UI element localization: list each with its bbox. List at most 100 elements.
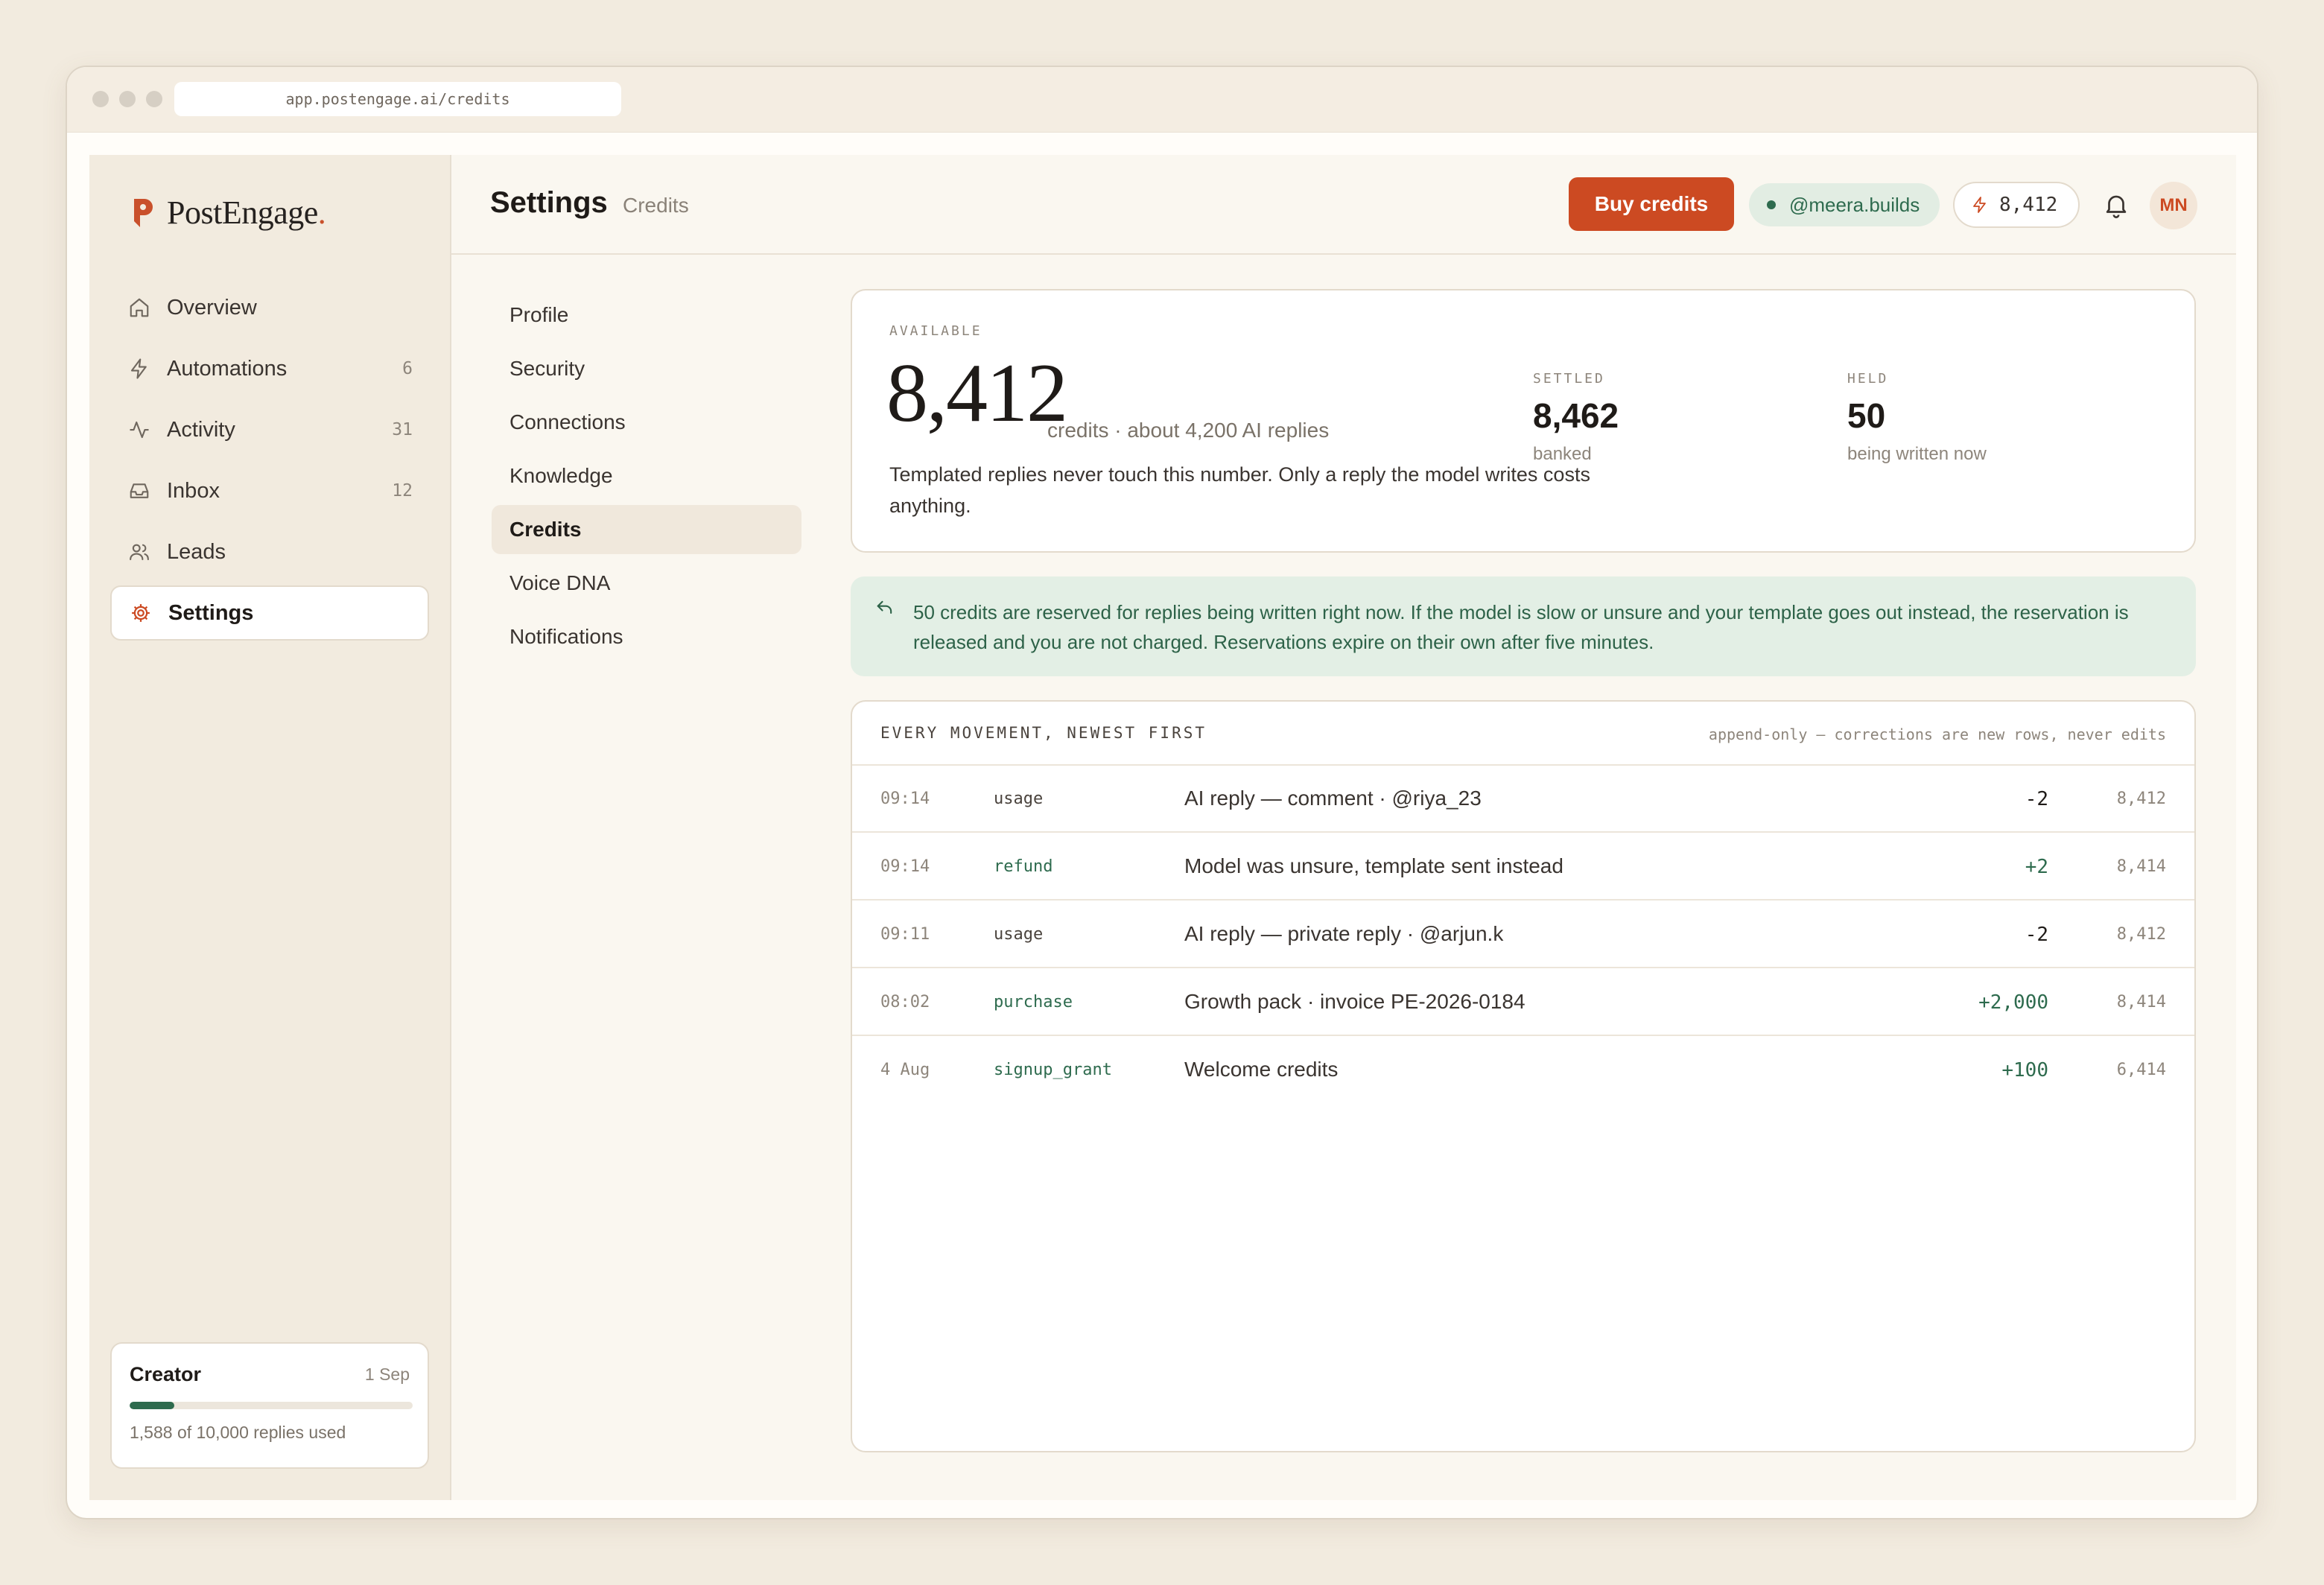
subnav-item-credits[interactable]: Credits xyxy=(492,505,801,554)
account-handle: @meera.builds xyxy=(1789,193,1920,216)
ledger-title: EVERY MOVEMENT, NEWEST FIRST xyxy=(880,724,1207,742)
account-handle-pill[interactable]: @meera.builds xyxy=(1749,183,1940,226)
settled-value: 8,462 xyxy=(1533,396,1619,435)
subnav-item-connections[interactable]: Connections xyxy=(492,398,801,447)
sidebar-item-inbox[interactable]: Inbox 12 xyxy=(110,463,429,518)
ledger-balance: 8,412 xyxy=(2116,790,2166,808)
held-description: being written now xyxy=(1847,443,1987,464)
brand-name: PostEngage. xyxy=(167,194,326,231)
table-row[interactable]: 09:14 usage AI reply — comment · @riya_23 -… xyxy=(852,766,2194,833)
ledger-balance: 8,414 xyxy=(2116,993,2166,1011)
gear-icon xyxy=(128,600,153,626)
window-maximize-dot[interactable] xyxy=(146,91,162,107)
bolt-icon xyxy=(1971,196,1989,214)
ledger-description: Growth pack · invoice PE-2026-0184 xyxy=(1184,990,1525,1013)
ledger-type: usage xyxy=(994,925,1044,944)
browser-chrome: app.postengage.ai/credits xyxy=(67,67,2257,133)
sidebar-item-label: Inbox xyxy=(167,478,220,503)
browser-window: app.postengage.ai/credits PostEngage. Ov… xyxy=(66,66,2258,1519)
held-stat: HELD 50 being written now xyxy=(1847,371,1987,465)
breadcrumb: Credits xyxy=(623,194,689,217)
ledger-type: purchase xyxy=(994,993,1073,1011)
sidebar-item-leads[interactable]: Leads xyxy=(110,524,429,579)
balance-card: AVAILABLE 8,412 credits · about 4,200 AI… xyxy=(851,289,2196,553)
subnav-item-profile[interactable]: Profile xyxy=(492,290,801,340)
plan-usage-text: 1,588 of 10,000 replies used xyxy=(130,1423,346,1442)
ledger-time: 09:14 xyxy=(880,857,930,876)
users-icon xyxy=(127,539,152,565)
plan-usage-card[interactable]: Creator 1 Sep 1,588 of 10,000 replies us… xyxy=(110,1342,429,1469)
main-panel: Settings Credits Buy credits @meera.buil… xyxy=(451,155,2236,1500)
brand-logo[interactable]: PostEngage. xyxy=(131,194,326,232)
sidebar-item-label: Settings xyxy=(168,600,254,625)
app-shell: PostEngage. Overview Automations 6 Activ… xyxy=(89,155,2236,1500)
avatar[interactable]: MN xyxy=(2150,182,2197,229)
available-credits-subtext: credits · about 4,200 AI replies xyxy=(1047,419,1330,442)
ledger-balance: 6,414 xyxy=(2116,1061,2166,1079)
plan-name: Creator xyxy=(130,1363,202,1385)
sidebar-item-activity[interactable]: Activity 31 xyxy=(110,402,429,457)
sidebar-item-label: Automations xyxy=(167,356,288,381)
plan-renewal-date: 1 Sep xyxy=(364,1365,410,1384)
ledger-description: AI reply — private reply · @arjun.k xyxy=(1184,922,1504,945)
ledger-delta: +2,000 xyxy=(1978,991,2048,1014)
table-row[interactable]: 09:14 refund Model was unsure, template se… xyxy=(852,833,2194,901)
ledger-delta: -2 xyxy=(2025,788,2048,810)
table-row[interactable]: 09:11 usage AI reply — private reply · @ar… xyxy=(852,901,2194,968)
balance-note: Templated replies never touch this numbe… xyxy=(889,463,1590,517)
subnav-item-knowledge[interactable]: Knowledge xyxy=(492,451,801,501)
table-row[interactable]: 08:02 purchase Growth pack · invoice PE-20… xyxy=(852,969,2194,1036)
bolt-icon xyxy=(127,356,152,381)
reservation-info-text: 50 credits are reserved for replies bein… xyxy=(913,601,2129,653)
settled-description: banked xyxy=(1533,443,1592,464)
subnav-item-security[interactable]: Security xyxy=(492,344,801,393)
ledger-description: Model was unsure, template sent instead xyxy=(1184,854,1563,877)
logo-icon xyxy=(134,198,153,227)
held-label: HELD xyxy=(1847,371,1889,387)
bell-icon[interactable] xyxy=(2102,191,2130,219)
ledger-delta: +100 xyxy=(2001,1059,2048,1081)
credit-balance-pill[interactable]: 8,412 xyxy=(1953,182,2080,228)
sidebar-item-label: Leads xyxy=(167,539,226,564)
sidebar-nav: Overview Automations 6 Activity 31 Inbox… xyxy=(110,280,429,647)
table-row[interactable]: 4 Aug signup_grant Welcome credits +100 6,41… xyxy=(852,1037,2194,1104)
ledger-time: 09:14 xyxy=(880,790,930,808)
buy-credits-button[interactable]: Buy credits xyxy=(1569,177,1734,231)
settled-label: SETTLED xyxy=(1533,371,1605,387)
sidebar-item-label: Overview xyxy=(167,295,257,320)
plan-usage-fill xyxy=(130,1402,175,1409)
window-close-dot[interactable] xyxy=(92,91,109,107)
ledger-description: Welcome credits xyxy=(1184,1058,1339,1081)
sidebar-item-label: Activity xyxy=(167,417,235,442)
settings-subnav: Profile Security Connections Knowledge C… xyxy=(492,290,801,666)
subnav-item-notifications[interactable]: Notifications xyxy=(492,612,801,661)
top-bar: Settings Credits Buy credits @meera.buil… xyxy=(451,155,2236,255)
home-icon xyxy=(127,295,152,320)
available-label: AVAILABLE xyxy=(889,323,982,339)
ledger-header: EVERY MOVEMENT, NEWEST FIRST append-only… xyxy=(852,702,2194,766)
inbox-icon xyxy=(127,478,152,504)
ledger-note: append-only — corrections are new rows, … xyxy=(1708,725,2166,743)
subnav-item-voice-dna[interactable]: Voice DNA xyxy=(492,559,801,608)
sidebar: PostEngage. Overview Automations 6 Activ… xyxy=(89,155,451,1500)
undo-arrow-icon xyxy=(877,600,892,614)
plan-usage-bar xyxy=(130,1402,413,1409)
ledger-time: 08:02 xyxy=(880,993,930,1011)
sidebar-item-automations[interactable]: Automations 6 xyxy=(110,341,429,396)
ledger-type: usage xyxy=(994,790,1044,808)
available-credits-value: 8,412 xyxy=(886,347,1068,439)
held-value: 50 xyxy=(1847,396,1886,435)
ledger-time: 09:11 xyxy=(880,925,930,944)
window-minimize-dot[interactable] xyxy=(119,91,136,107)
ledger-balance: 8,414 xyxy=(2116,857,2166,876)
ledger-card: EVERY MOVEMENT, NEWEST FIRST append-only… xyxy=(851,700,2196,1452)
settled-stat: SETTLED 8,462 banked xyxy=(1533,371,1619,465)
credit-balance-value: 8,412 xyxy=(1999,194,2058,216)
reservation-info-banner: 50 credits are reserved for replies bein… xyxy=(851,576,2196,676)
count-badge: 31 xyxy=(392,420,413,439)
ledger-delta: -2 xyxy=(2025,924,2048,946)
address-bar[interactable]: app.postengage.ai/credits xyxy=(174,82,621,116)
connected-status-dot xyxy=(1767,200,1776,209)
sidebar-item-settings[interactable]: Settings xyxy=(110,585,429,641)
sidebar-item-overview[interactable]: Overview xyxy=(110,280,429,335)
